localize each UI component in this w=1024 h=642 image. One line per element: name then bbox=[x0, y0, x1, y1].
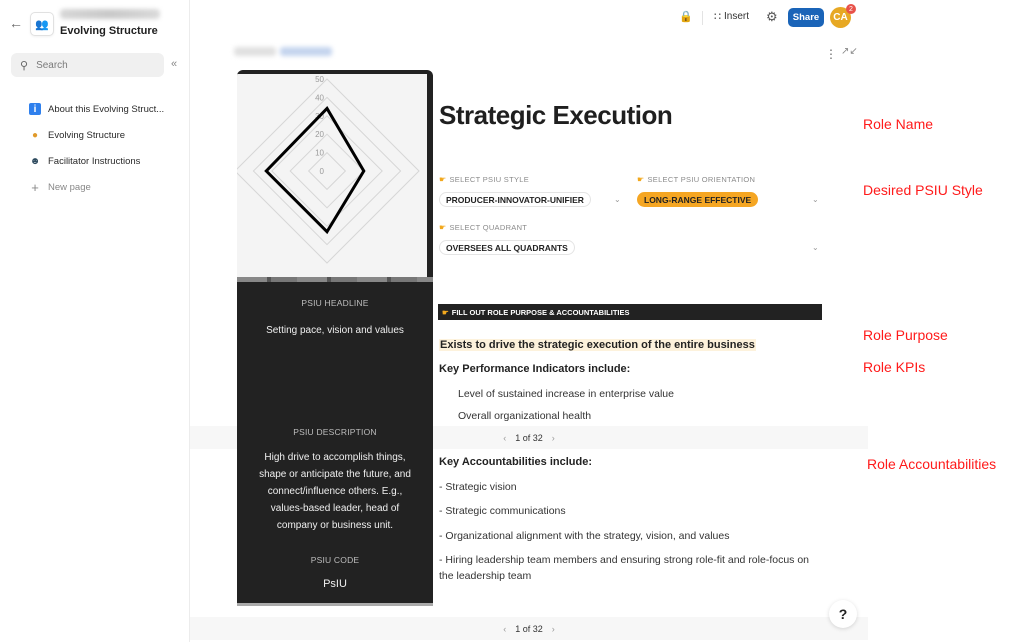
role-purpose[interactable]: Exists to drive the strategic execution … bbox=[439, 339, 756, 351]
sidebar-item-label: Evolving Structure bbox=[48, 129, 126, 141]
annotation-role-accountabilities: Role Accountabilities bbox=[867, 456, 997, 472]
role-title[interactable]: Strategic Execution bbox=[439, 100, 673, 131]
psiu-headline-label: PSIU HEADLINE bbox=[301, 298, 369, 308]
pointing-hand-icon: ☛ bbox=[442, 307, 449, 317]
section-header-text: FILL OUT ROLE PURPOSE & ACCOUNTABILITIES bbox=[451, 307, 630, 317]
insert-grid-icon: ∷ bbox=[714, 11, 721, 23]
sidebar-item-label: About this Evolving Struct... bbox=[48, 103, 165, 115]
doc-title[interactable]: Evolving Structure bbox=[60, 25, 158, 37]
prev-page-icon[interactable]: ‹ bbox=[503, 433, 506, 443]
sidebar: ← 👥 Evolving Structure ⚲ « i About this … bbox=[0, 0, 190, 642]
help-button[interactable]: ? bbox=[829, 600, 857, 628]
label-text: SELECT PSIU ORIENTATION bbox=[647, 175, 756, 184]
radar-tick-label: 0 bbox=[320, 167, 325, 176]
radar-grid-ring bbox=[252, 96, 402, 246]
kpi-item: Overall organizational health bbox=[458, 410, 592, 422]
accountabilities-heading: Key Accountabilities include: bbox=[439, 456, 593, 468]
label-text: SELECT PSIU STYLE bbox=[449, 175, 530, 184]
psiu-orientation-select[interactable]: LONG-RANGE EFFECTIVE bbox=[637, 192, 759, 207]
sidebar-item-new-page[interactable]: + New page bbox=[0, 174, 190, 200]
kpi-item: Level of sustained increase in enterpris… bbox=[458, 388, 674, 400]
card-bottom-edge bbox=[237, 603, 433, 606]
radar-grid-ring bbox=[289, 133, 365, 209]
workspace-name-blurred bbox=[60, 9, 160, 19]
back-arrow-icon[interactable]: ← bbox=[9, 15, 23, 31]
collapse-view-icon[interactable]: ↗↙ bbox=[841, 46, 858, 57]
kpi-heading: Key Performance Indicators include: bbox=[439, 363, 631, 375]
page-indicator: 1 of 32 bbox=[515, 623, 543, 634]
pagination-bar-bottom: ‹ 1 of 32 › bbox=[190, 617, 868, 640]
more-options-icon[interactable]: ⋮ bbox=[825, 47, 837, 61]
page-indicator: 1 of 32 bbox=[515, 432, 543, 443]
psiu-code: PsIU bbox=[323, 578, 347, 590]
gear-icon[interactable]: ⚙ bbox=[766, 9, 778, 25]
accountability-item: - Strategic vision bbox=[439, 481, 517, 493]
sidebar-item-label: Facilitator Instructions bbox=[48, 155, 141, 167]
radar-series-line bbox=[264, 105, 366, 235]
sidebar-item-label: New page bbox=[48, 181, 91, 193]
radar-tick-label: 50 bbox=[315, 75, 324, 84]
info-icon: i bbox=[29, 103, 41, 115]
sidebar-item-facilitator[interactable]: ☻ Facilitator Instructions bbox=[0, 148, 190, 174]
insert-button[interactable]: ∷ Insert bbox=[714, 10, 749, 23]
share-button[interactable]: Share bbox=[788, 8, 824, 27]
radar-tick-label: 40 bbox=[315, 93, 324, 102]
accountability-item: - Hiring leadership team members and ens… bbox=[439, 554, 810, 582]
annotation-role-kpis: Role KPIs bbox=[863, 359, 926, 375]
radar-grid-ring bbox=[271, 115, 383, 227]
chevron-down-icon[interactable]: ⌄ bbox=[614, 195, 621, 204]
psiu-code-label: PSIU CODE bbox=[310, 555, 360, 565]
psiu-description-label: PSIU DESCRIPTION bbox=[293, 427, 377, 437]
prev-page-icon[interactable]: ‹ bbox=[503, 624, 506, 634]
lock-icon[interactable]: 🔒 bbox=[679, 10, 693, 23]
plus-icon: + bbox=[31, 179, 39, 195]
sidebar-nav: i About this Evolving Struct... ● Evolvi… bbox=[0, 96, 190, 200]
chevron-down-icon[interactable]: ⌄ bbox=[812, 195, 819, 204]
psiu-style-select[interactable]: PRODUCER-INNOVATOR-UNIFIER bbox=[439, 192, 591, 207]
radar-grid-ring bbox=[307, 151, 347, 191]
annotation-role-purpose: Role Purpose bbox=[863, 327, 948, 343]
annotation-role-name: Role Name bbox=[863, 116, 934, 132]
radar-chart: 0 10 20 30 40 50 bbox=[237, 74, 427, 277]
radar-chart-svg: 01020304050 bbox=[237, 75, 420, 264]
next-page-icon[interactable]: › bbox=[552, 624, 555, 634]
next-page-icon[interactable]: › bbox=[552, 433, 555, 443]
psiu-card: 0 10 20 30 40 50 PSIU HEADLINE Setting pace, … bbox=[237, 70, 433, 603]
quadrant-select[interactable]: OVERSEES ALL QUADRANTS bbox=[439, 240, 575, 255]
pointing-hand-icon: ☛ bbox=[637, 175, 645, 184]
psiu-style-label: ☛ SELECT PSIU STYLE bbox=[439, 175, 529, 184]
notification-badge: 2 bbox=[846, 4, 856, 14]
breadcrumb-blurred bbox=[234, 47, 334, 56]
divider bbox=[702, 11, 703, 25]
chart-label-strip bbox=[237, 277, 433, 282]
doc-logo-icon[interactable]: 👥 bbox=[30, 12, 54, 36]
sidebar-item-evolving-structure[interactable]: ● Evolving Structure bbox=[0, 122, 190, 148]
quadrant-label: ☛ SELECT QUADRANT bbox=[439, 223, 527, 232]
radar-tick-label: 10 bbox=[315, 149, 324, 158]
section-header: ☛ FILL OUT ROLE PURPOSE & ACCOUNTABILITI… bbox=[438, 304, 822, 320]
accountability-item: - Strategic communications bbox=[439, 505, 566, 517]
pointing-hand-icon: ☛ bbox=[439, 175, 447, 184]
search-icon: ⚲ bbox=[20, 59, 29, 72]
collapse-sidebar-icon[interactable]: « bbox=[171, 58, 177, 70]
facilitator-icon: ☻ bbox=[29, 155, 41, 167]
annotation-desired-psiu: Desired PSIU Style bbox=[863, 182, 983, 198]
chevron-down-icon[interactable]: ⌄ bbox=[812, 243, 819, 252]
psiu-orientation-label: ☛ SELECT PSIU ORIENTATION bbox=[637, 175, 755, 184]
search-input[interactable] bbox=[36, 59, 147, 71]
radar-tick-label: 20 bbox=[315, 130, 324, 139]
accountability-item: - Organizational alignment with the stra… bbox=[439, 530, 730, 542]
sidebar-item-about[interactable]: i About this Evolving Struct... bbox=[0, 96, 190, 122]
app: ← 👥 Evolving Structure ⚲ « i About this … bbox=[0, 0, 1024, 642]
label-text: SELECT QUADRANT bbox=[449, 223, 528, 232]
psiu-description: High drive to accomplish things, shape o… bbox=[259, 452, 411, 531]
insert-label: Insert bbox=[724, 11, 750, 22]
search-box[interactable]: ⚲ bbox=[11, 53, 164, 77]
psiu-headline: Setting pace, vision and values bbox=[266, 325, 404, 336]
team-icon: ● bbox=[31, 129, 39, 141]
pointing-hand-icon: ☛ bbox=[439, 223, 447, 232]
